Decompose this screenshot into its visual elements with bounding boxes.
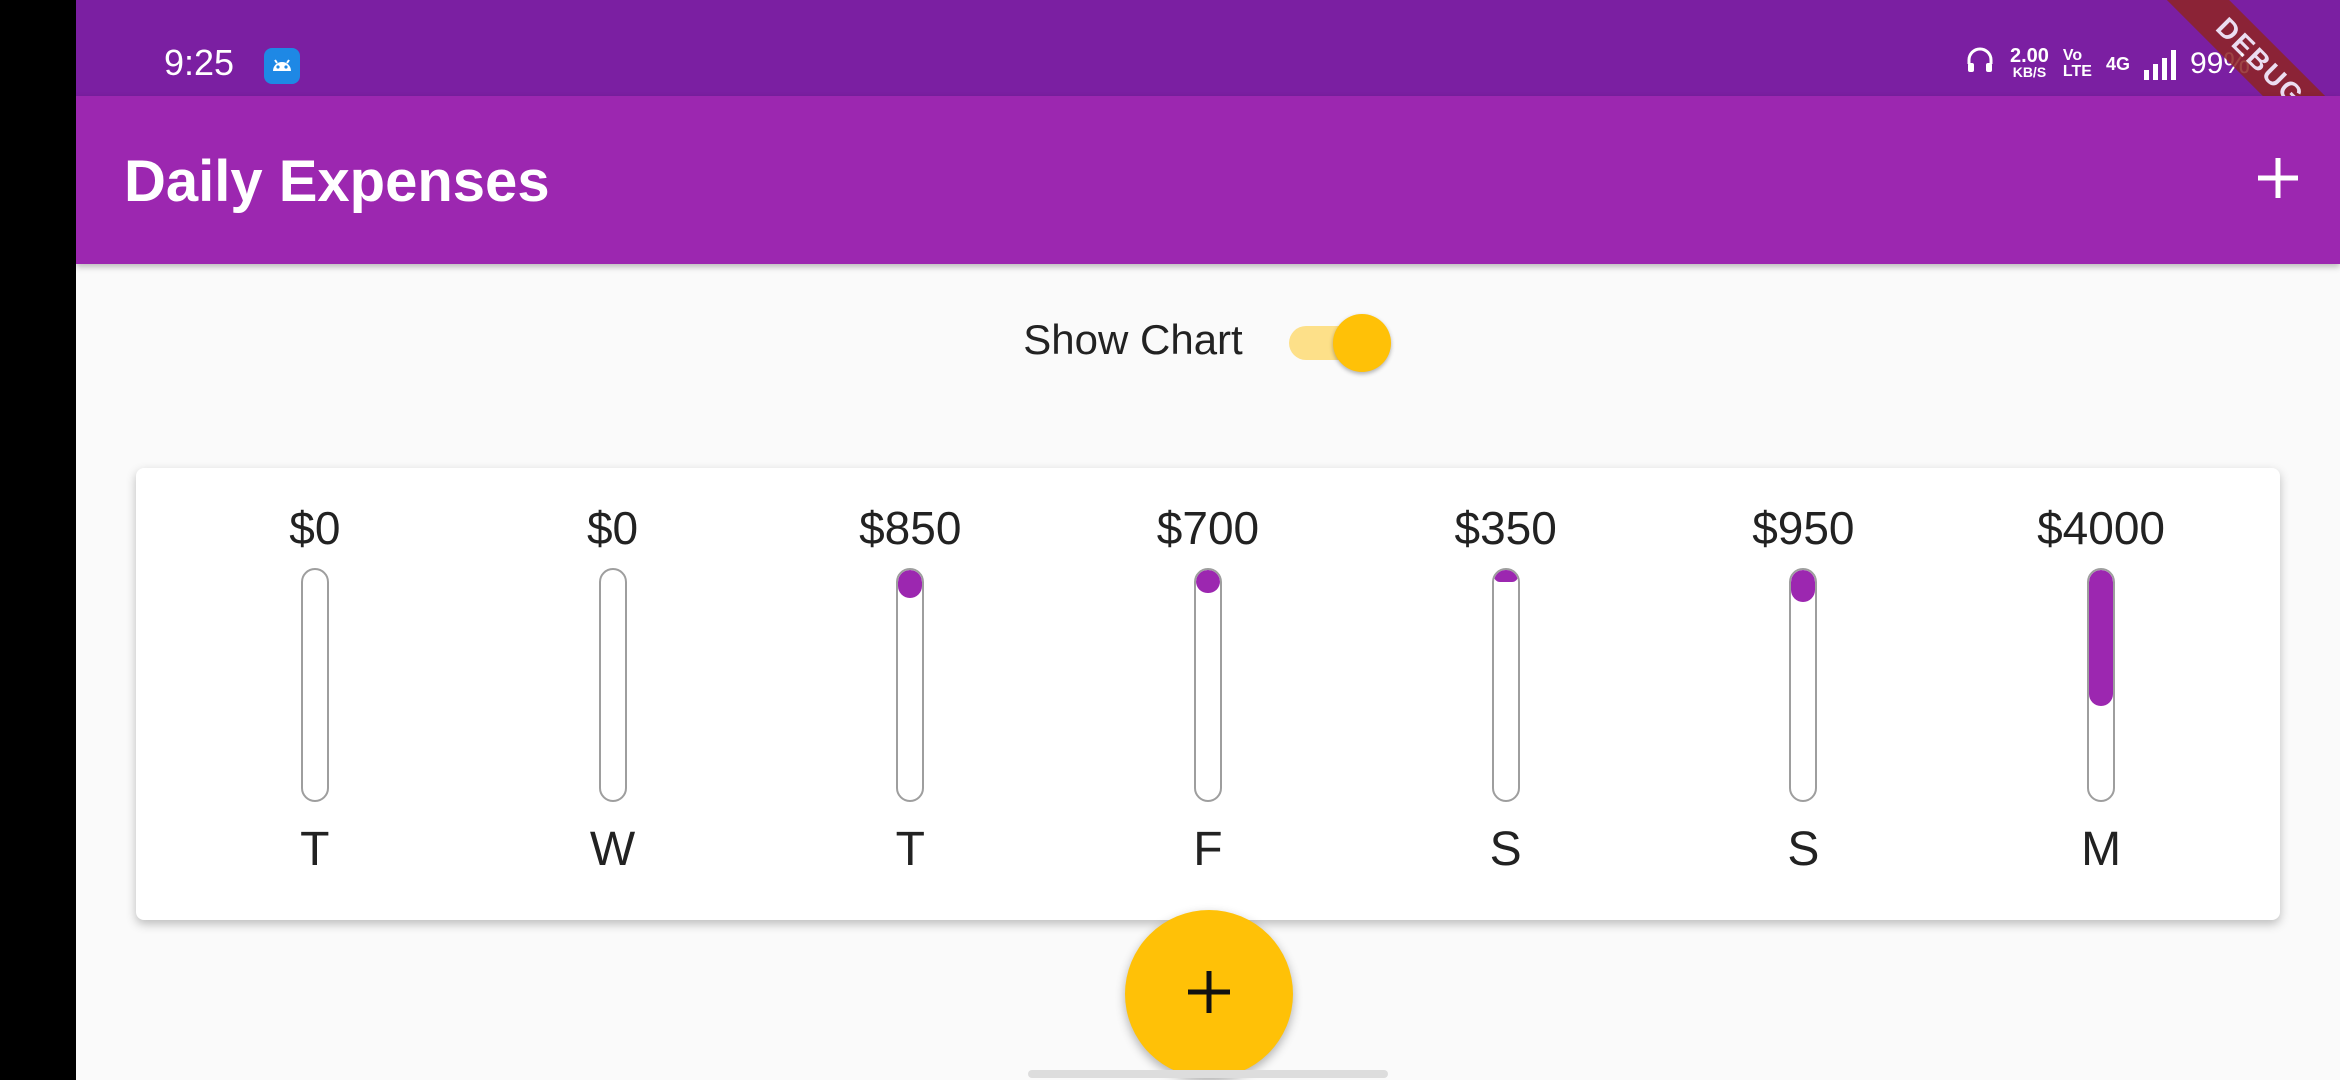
bar-day-label: T [300, 823, 330, 876]
chart-bar-column: $850 T [810, 468, 1010, 920]
show-chart-switch[interactable] [1283, 310, 1393, 372]
net-speed-value: 2.00 [2009, 45, 2049, 67]
switch-thumb [1332, 314, 1391, 372]
status-time: 9:25 [164, 42, 235, 83]
bar-fill [1791, 570, 1816, 603]
headphones-icon [1964, 44, 1996, 84]
bar-amount-label: $700 [1156, 502, 1260, 554]
net-speed-unit: KB/S [2012, 64, 2047, 80]
bar-day-label: W [589, 823, 636, 876]
volte-top: Vo [2062, 47, 2083, 64]
page-title: Daily Expenses [124, 149, 550, 214]
chart-bar-column: $4000 M [2001, 468, 2201, 920]
chart-bar-column: $0 T [215, 468, 415, 920]
chart-bar-column: $950 S [1703, 468, 1903, 920]
bar-day-label: T [895, 823, 925, 876]
home-indicator[interactable] [1028, 1070, 1388, 1078]
network-type: 4G [2105, 53, 2130, 74]
bar-track [1193, 568, 1222, 802]
show-chart-row: Show Chart [76, 300, 2340, 380]
bar-day-label: M [2081, 823, 2122, 876]
bar-amount-label: $850 [859, 502, 962, 554]
plus-icon [2254, 154, 2302, 207]
bar-track [300, 568, 329, 802]
bar-track [896, 568, 925, 802]
bar-fill [1493, 570, 1518, 582]
status-icons: 2.00 KB/S Vo LTE 4G 99% [1964, 44, 2250, 84]
bar-fill [2089, 570, 2114, 706]
signal-icon [2143, 48, 2176, 80]
volte-indicator: Vo LTE [2063, 48, 2092, 80]
bar-track [1491, 568, 1520, 802]
network-speed: 2.00 KB/S [2009, 45, 2049, 80]
bar-track [2087, 568, 2116, 802]
bar-amount-label: $0 [289, 502, 341, 554]
status-bar: 9:25 2.00 KB/S Vo LTE 4G 99% DEBUG [76, 0, 2340, 184]
bar-day-label: S [1787, 823, 1820, 876]
volte-bottom: LTE [2062, 63, 2092, 80]
bar-fill [898, 570, 923, 598]
bar-day-label: F [1193, 823, 1223, 876]
weekly-chart-card: $0 T $0 W $850 T $700 F $350 S $950 S $4000 M [136, 468, 2280, 920]
bar-amount-label: $4000 [2037, 502, 2166, 554]
bar-track [598, 568, 627, 802]
bar-amount-label: $350 [1454, 502, 1557, 554]
bar-fill [1195, 570, 1220, 593]
plus-icon [1184, 967, 1234, 1022]
bar-track [1789, 568, 1818, 802]
bar-day-label: S [1489, 823, 1522, 876]
add-expense-button[interactable] [2236, 138, 2320, 222]
bar-amount-label: $950 [1752, 502, 1855, 554]
app-bar: Daily Expenses [76, 96, 2340, 264]
app-screen: 9:25 2.00 KB/S Vo LTE 4G 99% DEBUG Daily… [76, 0, 2340, 1080]
chart-bar-column: $700 F [1108, 468, 1308, 920]
bar-amount-label: $0 [586, 502, 639, 554]
chart-bar-column: $350 S [1406, 468, 1606, 920]
android-app-icon [264, 48, 300, 84]
show-chart-label: Show Chart [1023, 316, 1243, 363]
chart-bar-column: $0 W [513, 468, 713, 920]
add-transaction-fab[interactable] [1125, 910, 1293, 1078]
